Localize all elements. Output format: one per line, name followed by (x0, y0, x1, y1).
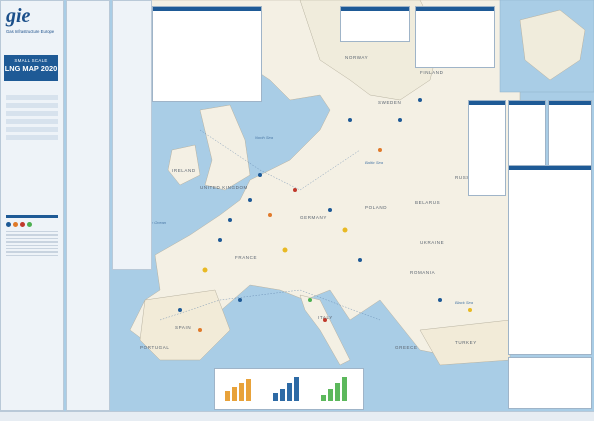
right-table-main (508, 165, 592, 355)
terminals-table-header (153, 7, 261, 11)
partner-logos (6, 92, 58, 162)
terminals-table (152, 6, 262, 102)
land-ireland (167, 144, 201, 186)
label-france: FRANCE (235, 255, 258, 260)
label-ireland: IRELAND (172, 168, 196, 173)
bunkering-vessel-icon (13, 222, 18, 227)
label-uk: UNITED KINGDOM (200, 185, 248, 190)
right-bottom-box (508, 357, 592, 409)
label-greece: GREECE (395, 345, 418, 350)
truck-loading-icon (20, 222, 25, 227)
label-norway: NORWAY (345, 55, 369, 60)
gie-logo: gie (6, 5, 31, 27)
label-germany: GERMANY (300, 215, 327, 220)
label-poland: POLAND (365, 205, 388, 210)
map-title-box: SMALL SCALE LNG MAP 2020 (4, 55, 58, 81)
label-portugal: PORTUGAL (140, 345, 170, 350)
right-table-1 (468, 100, 506, 196)
info-box-1 (340, 6, 410, 42)
ship-icon (27, 222, 32, 227)
country-panels-mid (112, 0, 152, 270)
lng-terminal-icon (6, 222, 11, 227)
info-box-2 (415, 6, 495, 68)
label-italy: ITALY (318, 315, 333, 320)
legend (6, 215, 58, 365)
label-ukraine: UKRAINE (420, 240, 445, 245)
label-north-sea: North Sea (255, 135, 274, 140)
country-panels-left (66, 0, 110, 411)
label-black-sea: Black Sea (455, 300, 474, 305)
label-finland: FINLAND (420, 70, 444, 75)
label-belarus: BELARUS (415, 200, 441, 205)
bottom-charts (214, 368, 364, 410)
label-romania: ROMANIA (410, 270, 436, 275)
org-name: Gas Infrastructure Europe (6, 29, 55, 34)
land-british-isles (199, 104, 251, 191)
title-line-2: LNG MAP 2020 (4, 64, 58, 73)
label-spain: SPAIN (175, 325, 192, 330)
label-baltic: Baltic Sea (365, 160, 384, 165)
label-turkey: TURKEY (455, 340, 477, 345)
label-sweden: SWEDEN (378, 100, 402, 105)
title-line-1: SMALL SCALE (14, 58, 48, 63)
